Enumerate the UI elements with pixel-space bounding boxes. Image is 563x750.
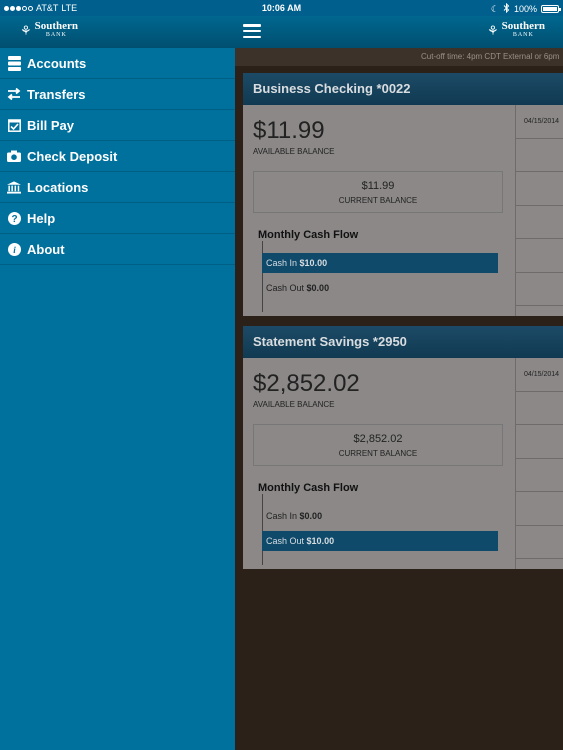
transfers-icon: [7, 87, 21, 101]
cash-in-bar: Cash In $0.00: [262, 506, 498, 526]
status-right: ☾ 100%: [490, 2, 561, 15]
camera-icon: [7, 149, 21, 163]
svg-text:?: ?: [11, 214, 17, 225]
transaction-row[interactable]: [516, 392, 563, 425]
calendar-check-icon: [7, 118, 21, 132]
menu-toggle-button[interactable]: [243, 24, 261, 39]
tree-icon: ⚘: [20, 23, 32, 38]
cash-in-value: $10.00: [299, 258, 328, 268]
current-balance: $11.99: [361, 180, 395, 192]
cutoff-notice: Cut-off time: 4pm CDT External or 6pm: [235, 48, 563, 66]
transaction-row[interactable]: 04/15/2014: [516, 358, 563, 392]
sidebar-item-accounts[interactable]: Accounts: [0, 48, 235, 79]
sidebar-item-locations[interactable]: Locations: [0, 172, 235, 203]
main-content: Cut-off time: 4pm CDT External or 6pm Bu…: [235, 48, 563, 750]
transaction-date: 04/15/2014: [524, 371, 560, 378]
sidebar-item-transfers[interactable]: Transfers: [0, 79, 235, 110]
bluetooth-icon: [503, 2, 510, 15]
logo-text: Southern: [34, 20, 79, 32]
bank-building-icon: [7, 180, 21, 194]
sidebar-item-label: Locations: [27, 179, 89, 195]
hamburger-icon: [243, 24, 261, 27]
cash-flow-title: Monthly Cash Flow: [258, 229, 359, 241]
current-balance-box: $11.99 CURRENT BALANCE: [253, 171, 503, 213]
current-balance: $2,852.02: [353, 433, 403, 445]
info-icon: i: [7, 242, 21, 256]
recent-transactions-column: 04/15/2014: [515, 358, 563, 569]
cash-out-label: Cash Out: [266, 283, 305, 293]
sidebar-item-label: Help: [27, 210, 56, 226]
transaction-row[interactable]: [516, 492, 563, 526]
cash-flow-title: Monthly Cash Flow: [258, 482, 359, 494]
sidebar-item-label: About: [27, 241, 65, 257]
account-title: Business Checking *0022: [243, 73, 563, 105]
transaction-row[interactable]: [516, 172, 563, 206]
account-body: $2,852.02 AVAILABLE BALANCE $2,852.02 CU…: [243, 358, 563, 569]
available-balance-label: AVAILABLE BALANCE: [253, 147, 335, 156]
transaction-row[interactable]: [516, 526, 563, 559]
sidebar-item-check-deposit[interactable]: Check Deposit: [0, 141, 235, 172]
cash-out-value: $0.00: [306, 283, 330, 293]
help-icon: ?: [7, 211, 21, 225]
transaction-row[interactable]: [516, 459, 563, 492]
account-body: $11.99 AVAILABLE BALANCE $11.99 CURRENT …: [243, 105, 563, 316]
sidebar-menu: Accounts Transfers Bill Pay Check Deposi…: [0, 48, 235, 750]
logo-subtext: BANK: [512, 32, 534, 38]
account-card-checking[interactable]: Business Checking *0022 $11.99 AVAILABLE…: [243, 73, 563, 316]
bank-logo: ⚘ Southern BANK: [20, 20, 79, 40]
transaction-row[interactable]: 04/15/2014: [516, 105, 563, 139]
account-card-savings[interactable]: Statement Savings *2950 $2,852.02 AVAILA…: [243, 326, 563, 569]
transaction-row[interactable]: [516, 273, 563, 306]
transaction-row[interactable]: [516, 139, 563, 172]
transaction-row[interactable]: [516, 239, 563, 273]
current-balance-box: $2,852.02 CURRENT BALANCE: [253, 424, 503, 466]
sidebar-item-label: Check Deposit: [27, 148, 118, 164]
accounts-icon: [7, 55, 21, 71]
bank-logo-right: ⚘ Southern BANK: [487, 20, 546, 40]
cash-flow-axis: [262, 241, 263, 312]
nav-bar: ⚘ Southern BANK ⚘ Southern BANK: [0, 16, 563, 48]
current-balance-label: CURRENT BALANCE: [338, 449, 418, 458]
available-balance: $2,852.02: [253, 370, 360, 397]
sidebar-item-label: Transfers: [27, 86, 86, 102]
transaction-date: 04/15/2014: [524, 118, 560, 125]
cash-in-value: $0.00: [299, 511, 323, 521]
cash-in-label: Cash In: [266, 511, 298, 521]
cash-out-value: $10.00: [306, 536, 335, 546]
cash-flow-axis: [262, 494, 263, 565]
logo-subtext: BANK: [45, 32, 67, 38]
sidebar-item-label: Bill Pay: [27, 117, 74, 133]
cash-out-bar: Cash Out $0.00: [262, 278, 498, 298]
sidebar-item-label: Accounts: [27, 55, 87, 71]
battery-icon: [541, 5, 561, 13]
battery-percent: 100%: [513, 4, 537, 14]
recent-transactions-column: 04/15/2014: [515, 105, 563, 316]
current-balance-label: CURRENT BALANCE: [338, 196, 418, 205]
cash-in-label: Cash In: [266, 258, 298, 268]
tree-icon: ⚘: [487, 23, 499, 38]
sidebar-item-bill-pay[interactable]: Bill Pay: [0, 110, 235, 141]
cash-in-bar: Cash In $10.00: [262, 253, 498, 273]
transaction-row[interactable]: [516, 425, 563, 459]
available-balance-label: AVAILABLE BALANCE: [253, 400, 335, 409]
status-time: 10:06 AM: [261, 3, 302, 13]
cash-out-bar: Cash Out $10.00: [262, 531, 498, 551]
account-title: Statement Savings *2950: [243, 326, 563, 358]
logo-text: Southern: [501, 20, 546, 32]
available-balance: $11.99: [253, 117, 325, 144]
transaction-row[interactable]: [516, 206, 563, 239]
sidebar-item-help[interactable]: ? Help: [0, 203, 235, 234]
sidebar-item-about[interactable]: i About: [0, 234, 235, 265]
moon-icon: ☾: [490, 3, 499, 14]
cash-out-label: Cash Out: [266, 536, 305, 546]
app-root: AT&T LTE 10:06 AM ☾ 100% ⚘ Southern BANK…: [0, 0, 563, 750]
status-bar: AT&T LTE 10:06 AM ☾ 100%: [0, 0, 563, 16]
